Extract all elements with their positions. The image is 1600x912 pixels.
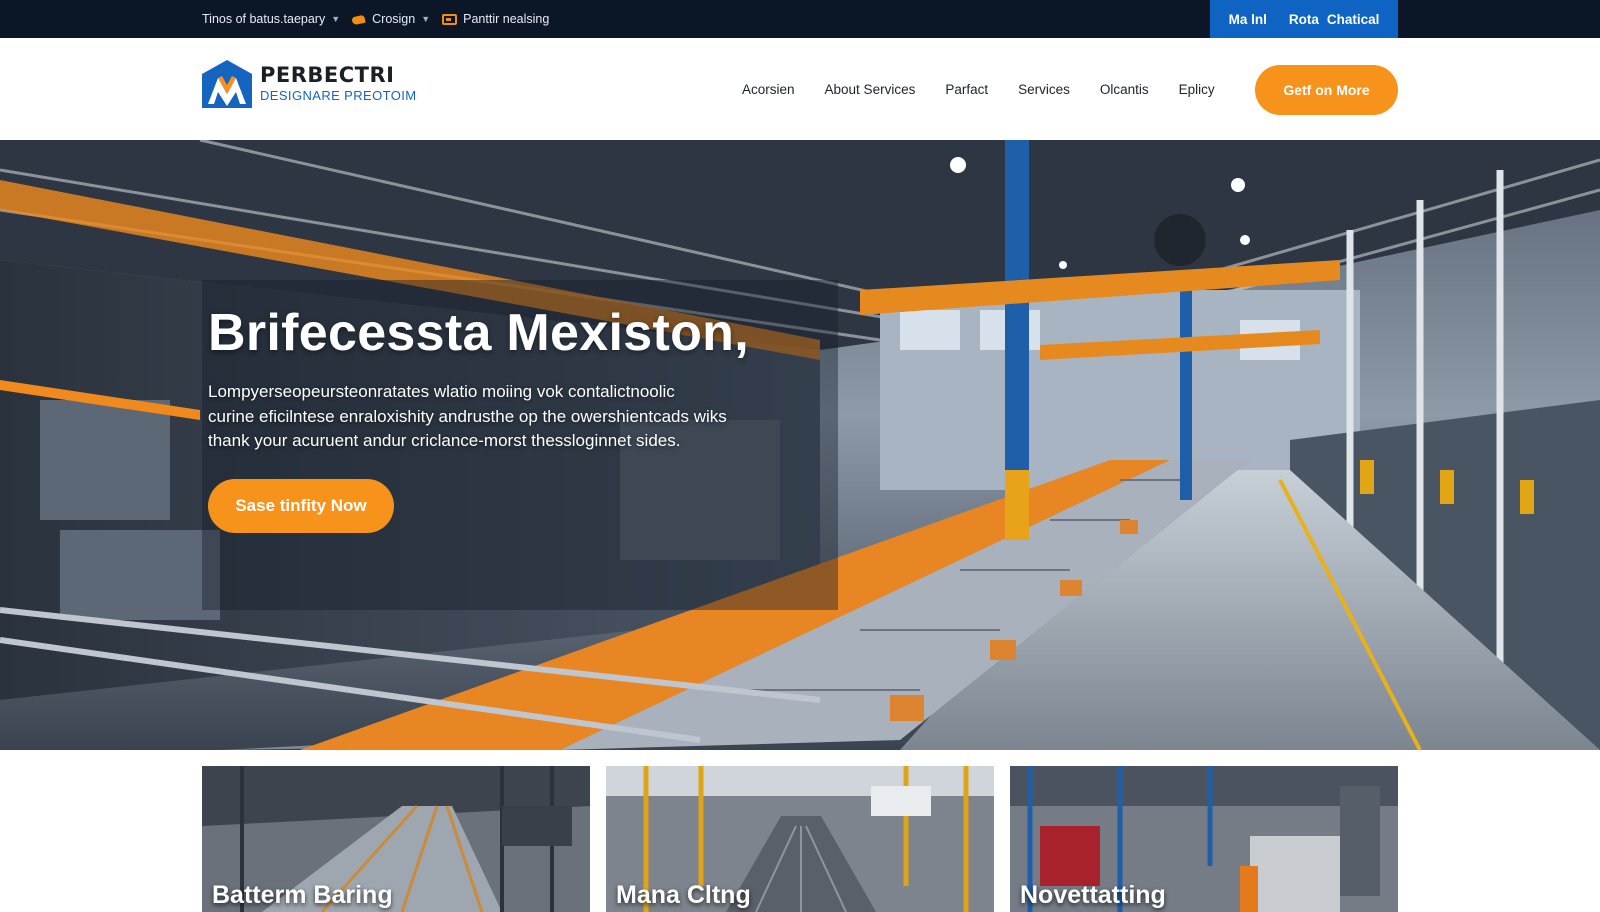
bird-icon [352,14,366,25]
hero-section: Brifecessta Mexiston, Lompyerseopeursteo… [0,140,1600,750]
hero-title: Brifecessta Mexiston, [208,304,749,362]
nav-item-parfact[interactable]: Parfact [945,82,988,97]
top-link-crosign[interactable]: Crosign ▼ [352,12,430,26]
feature-card-2-title: Mana Cltng [616,881,751,909]
chevron-down-icon: ▼ [421,14,431,24]
main-nav: Acorsien About Services Parfact Services… [742,38,1215,140]
top-links: Tinos of batus.taepary ▼ Crosign ▼ Pantt… [202,0,549,38]
chevron-down-icon: ▼ [331,14,341,24]
brand-subtitle: DESIGNARE PREOTOIM [260,88,417,104]
hero-line-3: thank your acuruent andur criclance-mors… [208,431,681,450]
nav-item-about-services[interactable]: About Services [825,82,916,97]
top-right-mail[interactable]: Ma lnl [1229,12,1267,27]
promo-icon [442,13,458,25]
nav-item-acorsien[interactable]: Acorsien [742,82,795,97]
hero-cta-button[interactable]: Sase tinfity Now [208,479,394,533]
top-utility-bar: Tinos of batus.taepary ▼ Crosign ▼ Pantt… [0,0,1600,38]
top-link-crosign-label: Crosign [372,12,416,26]
site-header: PERBECTRI DESIGNARE PREOTOIM Acorsien Ab… [0,38,1600,140]
top-link-company[interactable]: Tinos of batus.taepary ▼ [202,12,340,26]
feature-card-1[interactable]: Batterm Baring [202,766,590,912]
feature-cards: Batterm Baring Mana Cltng Novettatting [202,766,1398,912]
brand-logo[interactable]: PERBECTRI DESIGNARE PREOTOIM [202,60,416,108]
top-contact-panel: Ma lnl Rota Chatical [1210,0,1398,38]
hero-line-2: curine eficilntese enraloxishity andrust… [208,406,727,426]
nav-item-olcantis[interactable]: Olcantis [1100,82,1149,97]
feature-card-3-title: Novettatting [1020,881,1166,909]
feature-card-2[interactable]: Mana Cltng [606,766,994,912]
feature-card-1-title: Batterm Baring [212,881,393,909]
top-link-company-label: Tinos of batus.taepary [202,12,326,26]
nav-item-eplicy[interactable]: Eplicy [1179,82,1215,97]
top-link-promo-label: Panttir nealsing [463,12,550,26]
brand-title: PERBECTRI [260,63,395,88]
hero-line-1: Lompyerseopeursteonratates wlatio moiing… [208,382,675,401]
top-right-chatical[interactable]: Chatical [1327,12,1380,27]
top-right-rota[interactable]: Rota [1289,12,1319,27]
hero-description: Lompyerseopeursteonratates wlatio moiing… [208,380,848,454]
feature-card-3[interactable]: Novettatting [1010,766,1398,912]
logo-mountain-icon [202,60,252,108]
get-more-button[interactable]: Getf on More [1255,65,1398,115]
top-link-promo[interactable]: Panttir nealsing [442,12,549,26]
nav-item-services[interactable]: Services [1018,82,1070,97]
